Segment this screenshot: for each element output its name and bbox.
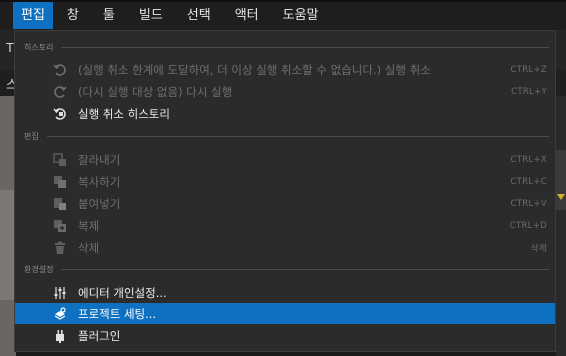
plugin-icon: [52, 328, 68, 344]
menu-item-paste-label: 붙여넣기: [78, 196, 121, 211]
section-divider: [61, 268, 549, 270]
section-edit-label: 편집: [24, 131, 39, 141]
menu-actor[interactable]: 액터: [225, 1, 269, 29]
menu-edit[interactable]: 편집: [13, 1, 53, 29]
section-history-label: 히스토리: [24, 42, 54, 52]
menu-item-project-settings[interactable]: 프로젝트 세팅...: [15, 303, 555, 324]
undo-icon: [52, 62, 68, 78]
cut-icon: [52, 152, 68, 168]
section-settings: 환경설정: [24, 262, 549, 276]
menu-item-project-settings-label: 프로젝트 세팅...: [78, 306, 157, 321]
section-divider: [46, 135, 549, 137]
menu-item-duplicate-shortcut: CTRL+D: [509, 220, 547, 231]
edit-menu-dropdown: 히스토리 (실행 취소 한계에 도달하여, 더 이상 실행 취소할 수 없습니다…: [14, 30, 556, 352]
background-label-fragment: T: [6, 40, 14, 55]
menu-item-cut-shortcut: CTRL+X: [510, 154, 547, 165]
menu-item-plugins-label: 플러그인: [78, 328, 121, 343]
section-edit: 편집: [24, 129, 549, 143]
menu-help[interactable]: 도움말: [273, 1, 329, 29]
menu-item-redo-shortcut: CTRL+Y: [511, 86, 547, 97]
section-divider: [61, 46, 549, 48]
menu-item-copy[interactable]: 복사하기 CTRL+C: [15, 171, 555, 192]
menu-build[interactable]: 빌드: [129, 1, 173, 29]
menu-item-redo-label: (다시 실행 대상 없음) 다시 실행: [78, 84, 233, 99]
menu-item-plugins[interactable]: 플러그인: [15, 325, 555, 346]
menu-item-delete-shortcut: 삭제: [530, 243, 547, 254]
menu-item-duplicate[interactable]: 복제 CTRL+D: [15, 215, 555, 236]
menu-item-paste[interactable]: 붙여넣기 CTRL+V: [15, 193, 555, 214]
background-panel-edge: [556, 150, 566, 210]
section-history: 히스토리: [24, 40, 549, 54]
menu-item-copy-label: 복사하기: [78, 174, 121, 189]
redo-icon: [52, 84, 68, 100]
menu-item-undo-history-label: 실행 취소 히스토리: [78, 106, 170, 121]
project-settings-icon: [52, 306, 68, 322]
trash-icon: [52, 240, 68, 256]
background-panel-edge: [556, 96, 566, 356]
section-settings-label: 환경설정: [24, 264, 54, 274]
copy-icon: [52, 174, 68, 190]
editor-window: T 스 편집 창 툴 빌드 선택 액터 도움말 히스토리 (실행 취소 한계에 …: [0, 0, 566, 356]
menubar-top-border: [0, 0, 566, 2]
warning-icon: [557, 194, 565, 200]
menu-item-undo-shortcut: CTRL+Z: [510, 64, 547, 75]
menu-tools[interactable]: 툴: [93, 1, 125, 29]
undo-history-icon: [52, 106, 68, 122]
menu-item-cut[interactable]: 잘라내기 CTRL+X: [15, 149, 555, 170]
duplicate-icon: [52, 218, 68, 234]
menu-item-cut-label: 잘라내기: [78, 152, 121, 167]
sliders-icon: [52, 285, 68, 301]
menu-item-duplicate-label: 복제: [78, 218, 100, 233]
menu-item-copy-shortcut: CTRL+C: [510, 176, 547, 187]
menu-item-editor-preferences-label: 에디터 개인설정...: [78, 285, 167, 300]
menu-item-paste-shortcut: CTRL+V: [510, 198, 547, 209]
menu-item-undo-label: (실행 취소 한계에 도달하여, 더 이상 실행 취소할 수 없습니다.) 실행…: [78, 62, 431, 77]
menu-select[interactable]: 선택: [177, 1, 221, 29]
menubar: 편집 창 툴 빌드 선택 액터 도움말: [0, 0, 566, 30]
menu-window[interactable]: 창: [57, 1, 89, 29]
paste-icon: [52, 196, 68, 212]
menu-item-redo[interactable]: (다시 실행 대상 없음) 다시 실행 CTRL+Y: [15, 81, 555, 102]
menu-item-delete[interactable]: 삭제 삭제: [15, 237, 555, 258]
menu-item-editor-preferences[interactable]: 에디터 개인설정...: [15, 282, 555, 303]
menu-item-undo[interactable]: (실행 취소 한계에 도달하여, 더 이상 실행 취소할 수 없습니다.) 실행…: [15, 59, 555, 80]
menu-item-undo-history[interactable]: 실행 취소 히스토리: [15, 103, 555, 124]
menu-item-delete-label: 삭제: [78, 240, 100, 255]
